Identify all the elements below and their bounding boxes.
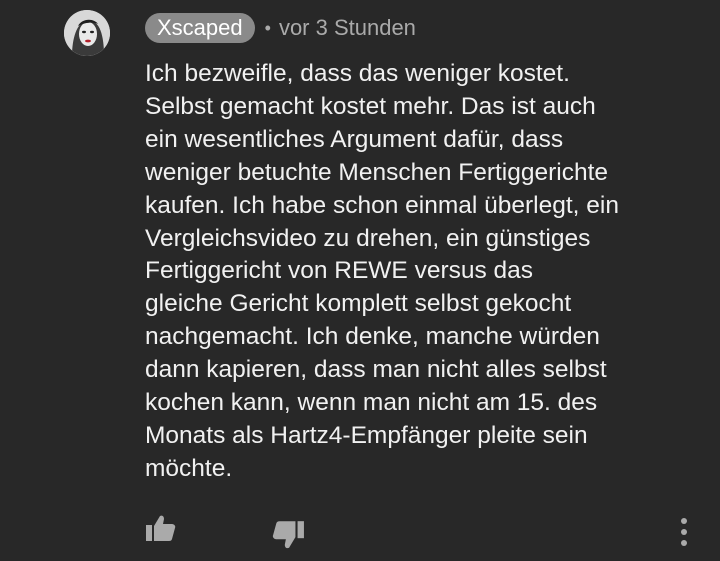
thumbs-down-icon [272, 521, 304, 549]
more-options-button[interactable] [672, 514, 696, 550]
avatar-image [64, 10, 110, 56]
thumbs-up-icon [146, 515, 176, 541]
comment: Xscaped • vor 3 Stunden Ich bezweifle, d… [0, 0, 720, 561]
avatar[interactable] [64, 10, 110, 56]
separator-dot: • [264, 18, 271, 38]
author-name[interactable]: Xscaped [145, 13, 255, 43]
comment-text: Ich bezweifle, dass das weniger kostet. … [145, 60, 619, 482]
comment-timestamp[interactable]: vor 3 Stunden [279, 13, 416, 43]
like-button[interactable] [145, 512, 177, 544]
more-vert-icon [681, 518, 687, 546]
dislike-button[interactable] [271, 518, 305, 552]
comment-header: Xscaped • vor 3 Stunden [145, 13, 416, 43]
